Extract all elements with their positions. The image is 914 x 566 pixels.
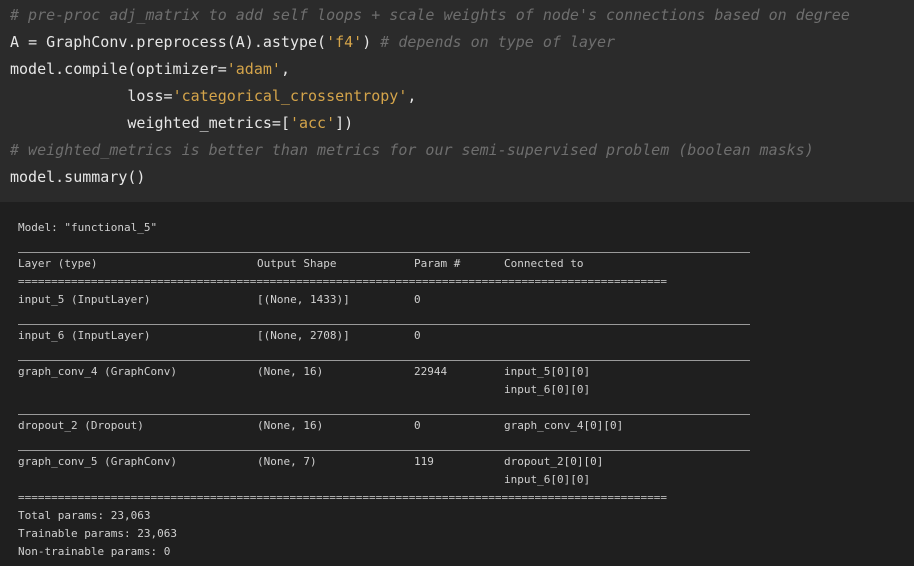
row-layer: input_5 (InputLayer) xyxy=(18,293,151,306)
rule-row xyxy=(18,360,750,361)
code-comment-preprocess: # pre-proc adj_matrix to add self loops … xyxy=(10,6,850,24)
code-text: , xyxy=(280,60,290,78)
code-operator: = xyxy=(217,60,227,78)
code-line-metrics: weighted_metrics=['acc']) xyxy=(10,112,353,134)
row-layer: dropout_2 (Dropout) xyxy=(18,419,144,432)
code-operator: = xyxy=(28,33,38,51)
table-row: input_5 (InputLayer) [(None, 1433)] 0 xyxy=(0,292,914,308)
code-text: weighted_metrics xyxy=(10,114,272,132)
row-params: 22944 xyxy=(414,365,448,378)
row-connected: input_6[0][0] xyxy=(504,473,591,486)
rule-row xyxy=(18,450,750,451)
table-row: graph_conv_5 (GraphConv) (None, 7) 119 d… xyxy=(0,454,914,488)
total-params: Total params: 23,063 xyxy=(18,509,151,522)
row-shape: (None, 16) xyxy=(257,365,324,378)
code-text: loss xyxy=(10,87,164,105)
row-shape: [(None, 1433)] xyxy=(257,293,350,306)
model-name: Model: "functional_5" xyxy=(18,221,158,234)
code-operator: = xyxy=(271,114,281,132)
code-line-loss: loss='categorical_crossentropy', xyxy=(10,85,416,107)
row-params: 0 xyxy=(414,329,421,342)
row-layer: input_6 (InputLayer) xyxy=(18,329,151,342)
row-shape: [(None, 2708)] xyxy=(257,329,350,342)
code-string: 'adam' xyxy=(226,60,281,78)
table-row: input_6 (InputLayer) [(None, 2708)] 0 xyxy=(0,328,914,344)
rule-double: ========================================… xyxy=(18,275,668,288)
code-comment: # depends on type of layer xyxy=(380,33,616,51)
row-layer: graph_conv_4 (GraphConv) xyxy=(18,365,177,378)
table-row: graph_conv_4 (GraphConv) (None, 16) 2294… xyxy=(0,364,914,398)
table-header: Layer (type) Output Shape Param # Connec… xyxy=(0,256,914,272)
row-shape: (None, 16) xyxy=(257,419,324,432)
code-string: 'categorical_crossentropy' xyxy=(172,87,408,105)
row-connected: graph_conv_4[0][0] xyxy=(504,419,624,432)
code-line-compile: model.compile(optimizer='adam', xyxy=(10,58,290,80)
row-params: 119 xyxy=(414,455,434,468)
code-line-preprocess: A = GraphConv.preprocess(A).astype('f4')… xyxy=(10,31,615,53)
code-text: GraphConv.preprocess(A).astype( xyxy=(37,33,327,51)
rule-double: ========================================… xyxy=(18,491,668,504)
row-layer: graph_conv_5 (GraphConv) xyxy=(18,455,177,468)
code-text: , xyxy=(407,87,417,105)
code-line-summary: model.summary() xyxy=(10,168,146,186)
row-connected: input_5[0][0] xyxy=(504,365,591,378)
rule-top xyxy=(18,252,750,253)
rule-row xyxy=(18,414,750,415)
table-row: dropout_2 (Dropout) (None, 16) 0 graph_c… xyxy=(0,418,914,434)
header-connected: Connected to xyxy=(504,257,584,270)
code-string: 'f4' xyxy=(326,33,363,51)
cell-output: Model: "functional_5" Layer (type) Outpu… xyxy=(0,202,914,566)
code-operator: = xyxy=(163,87,173,105)
code-text: model.compile(optimizer xyxy=(10,60,218,78)
trainable-params: Trainable params: 23,063 xyxy=(18,527,177,540)
row-connected: input_6[0][0] xyxy=(504,383,591,396)
row-params: 0 xyxy=(414,293,421,306)
row-params: 0 xyxy=(414,419,421,432)
code-text: ]) xyxy=(335,114,354,132)
non-trainable-params: Non-trainable params: 0 xyxy=(18,545,171,558)
code-text: ) xyxy=(362,33,381,51)
code-text: [ xyxy=(280,114,290,132)
header-output-shape: Output Shape xyxy=(257,257,337,270)
code-text: A xyxy=(10,33,29,51)
rule-row xyxy=(18,324,750,325)
row-connected: dropout_2[0][0] xyxy=(504,455,604,468)
row-shape: (None, 7) xyxy=(257,455,317,468)
header-layer: Layer (type) xyxy=(18,257,98,270)
header-param: Param # xyxy=(414,257,461,270)
code-string: 'acc' xyxy=(289,114,336,132)
code-comment-metrics: # weighted_metrics is better than metric… xyxy=(10,141,814,159)
code-cell[interactable]: # pre-proc adj_matrix to add self loops … xyxy=(0,0,914,202)
